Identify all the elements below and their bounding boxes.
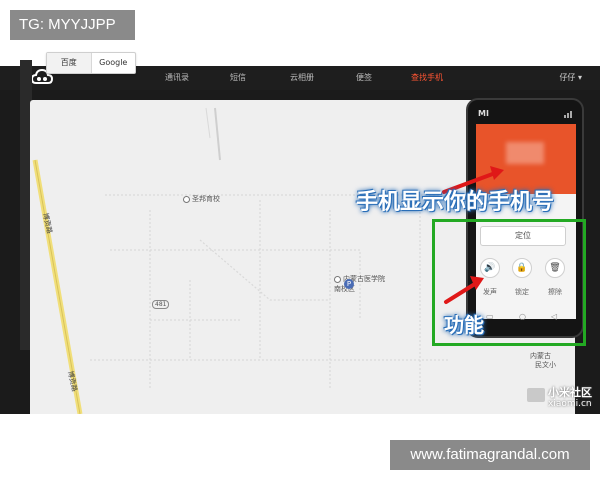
baidu-map-button[interactable]: 百度: [47, 53, 92, 73]
nav-item-cloud-album[interactable]: 云相册: [290, 72, 314, 83]
poi-marker-icon: [183, 195, 190, 203]
tg-label: TG: MYYJJPP: [10, 10, 135, 40]
community-domain: xiaomi.cn: [548, 399, 592, 409]
site-label: www.fatimagrandal.com: [390, 440, 590, 470]
signal-icon: [564, 111, 572, 118]
nav-item-notes[interactable]: 便签: [356, 72, 372, 83]
road-number-marker: 481: [152, 300, 170, 309]
user-menu[interactable]: 仔仔 ▾: [559, 72, 582, 83]
poi-medical-college[interactable]: 内蒙古医学院南校区: [334, 274, 389, 294]
poi-school[interactable]: 圣邦育校: [183, 194, 220, 204]
blurred-phone-number: [506, 142, 544, 164]
poi-marker-icon: [334, 275, 341, 283]
nav-item-contacts[interactable]: 通讯录: [165, 72, 189, 83]
poi-ethnic-school[interactable]: 民文小: [535, 360, 556, 370]
community-watermark: 小米社区: [548, 386, 592, 399]
phone-brand-logo: MI: [478, 109, 489, 118]
community-logo-icon: [527, 388, 545, 402]
arrow-to-functions-icon: [444, 276, 484, 304]
nav-item-find-phone[interactable]: 查找手机: [411, 72, 443, 83]
google-map-button[interactable]: Google: [92, 53, 136, 73]
map-provider-switch: 百度 Google: [46, 52, 136, 74]
parking-icon: P: [344, 279, 354, 289]
nav-item-messages[interactable]: 短信: [230, 72, 246, 83]
annotation-phone-number: 手机显示你的手机号: [356, 190, 555, 215]
annotation-functions: 功能: [444, 313, 484, 337]
